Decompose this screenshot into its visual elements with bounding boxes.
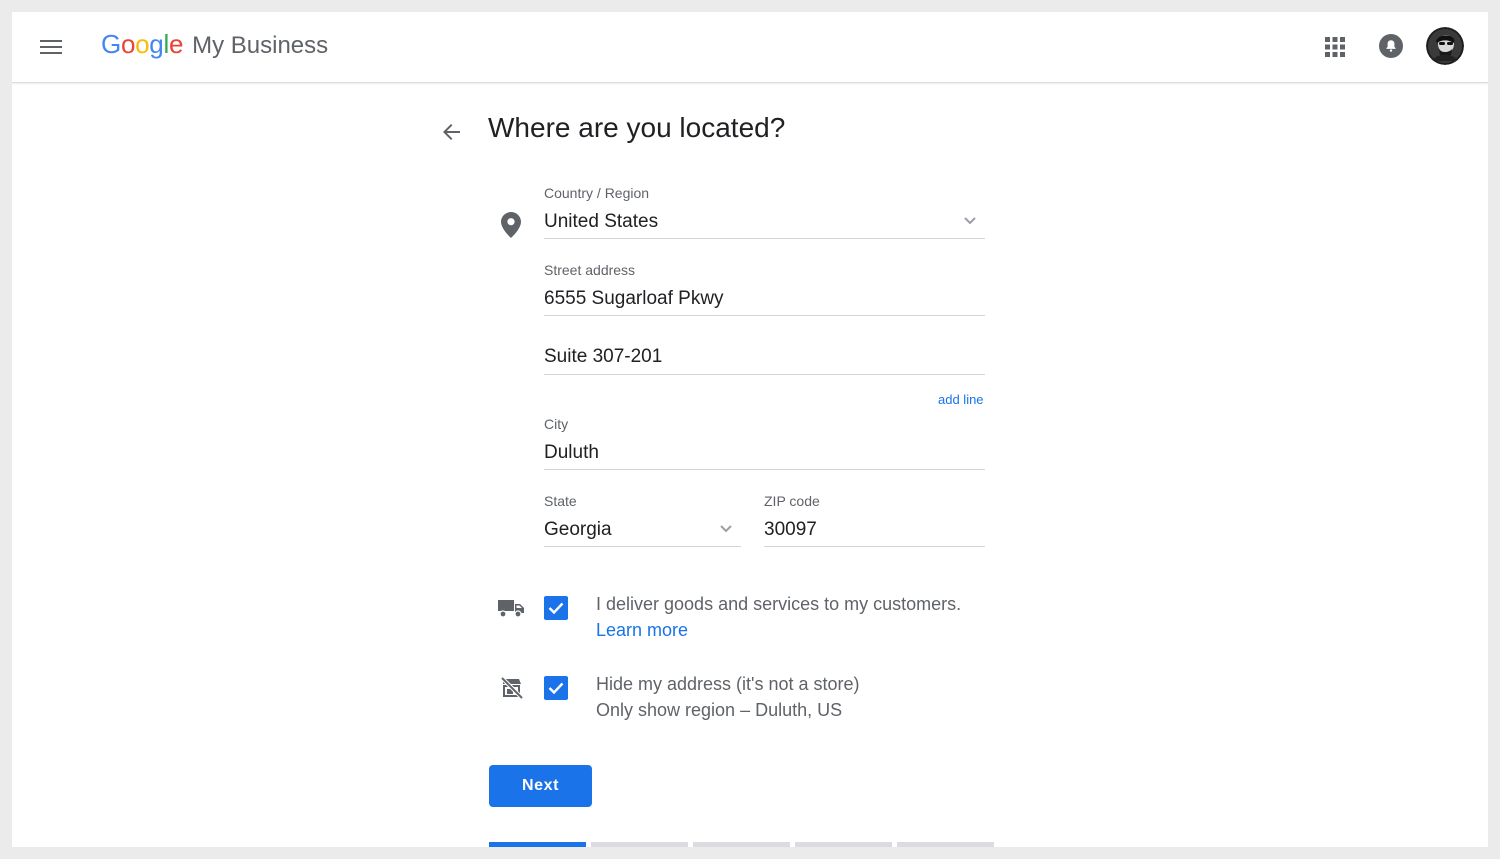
chevron-down-icon [962,213,978,229]
country-region-select[interactable]: Country / Region United States [544,183,985,239]
zip-code-field[interactable]: ZIP code [764,491,985,547]
apps-grid-icon[interactable] [1322,32,1348,62]
deliver-checkbox[interactable] [544,596,568,620]
logo-letter: G [101,29,121,59]
city-input[interactable] [544,441,985,465]
progress-step [591,842,688,847]
hamburger-menu-icon[interactable] [32,32,70,62]
google-my-business-logo[interactable]: Google My Business [101,29,328,65]
deliver-text: I deliver goods and services to my custo… [596,594,962,614]
arrow-left-icon[interactable] [437,117,467,147]
step-progress-bar [489,842,994,847]
progress-step [489,842,586,847]
state-value: Georgia [544,519,612,540]
logo-letter: o [135,29,150,59]
product-name: My Business [192,32,329,59]
store-off-icon [500,676,524,705]
chevron-down-icon [718,521,734,537]
top-app-bar: Google My Business [12,12,1488,83]
hide-address-text: Hide my address (it's not a store) [596,674,860,694]
state-select[interactable]: State Georgia [544,491,741,547]
hide-address-checkbox[interactable] [544,676,568,700]
location-pin-icon [501,212,521,243]
logo-letter: e [168,29,184,59]
city-label: City [544,416,569,432]
delivery-truck-icon [498,598,524,623]
app-window: Google My Business Where are you located… [12,12,1488,847]
progress-step [693,842,790,847]
page-title: Where are you located? [488,112,786,143]
add-line-link[interactable]: add line [938,392,984,407]
deliver-description: I deliver goods and services to my custo… [596,591,961,643]
avatar[interactable] [1426,27,1464,65]
street-address-input[interactable] [544,287,985,311]
progress-step [897,842,994,847]
progress-step [795,842,892,847]
street-address-label: Street address [544,262,636,278]
country-region-label: Country / Region [544,185,650,201]
zip-code-input[interactable] [764,518,985,542]
hide-address-description: Hide my address (it's not a store) Only … [596,671,860,723]
street-address-line2-input[interactable] [544,345,985,369]
google-wordmark: Google [101,29,183,60]
next-button[interactable]: Next [489,765,592,807]
country-region-value: United States [544,211,659,232]
logo-letter: o [120,29,136,59]
learn-more-link[interactable]: Learn more [596,617,961,643]
zip-code-label: ZIP code [764,493,820,509]
state-label: State [544,493,577,509]
bell-icon[interactable] [1376,31,1406,61]
street-address-line2-field[interactable] [544,332,985,375]
city-field[interactable]: City [544,414,985,470]
hide-address-subtext: Only show region – Duluth, US [596,700,843,720]
street-address-field[interactable]: Street address [544,260,985,316]
logo-letter: g [149,29,164,59]
